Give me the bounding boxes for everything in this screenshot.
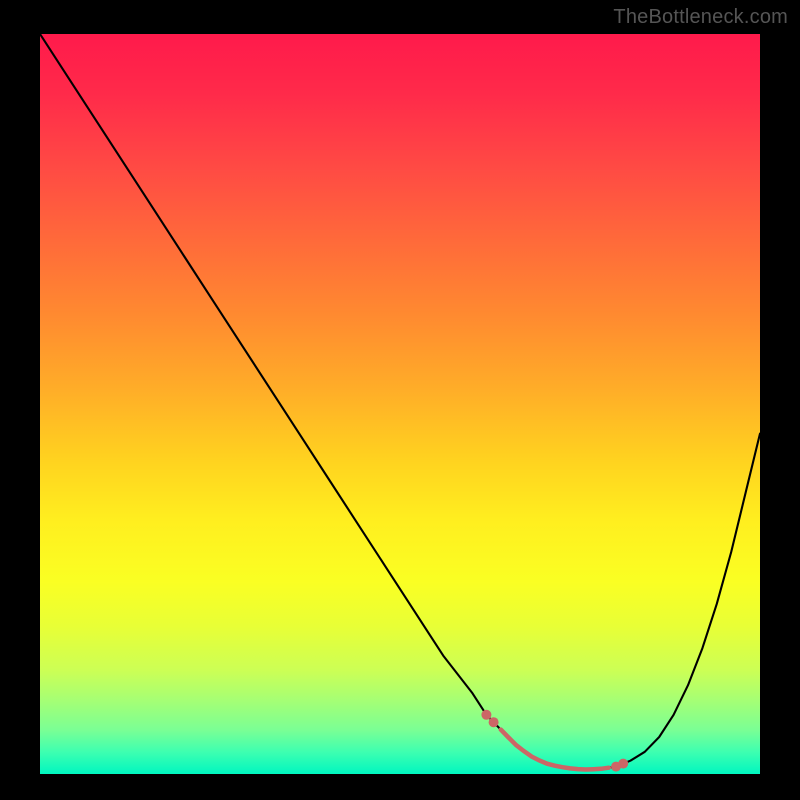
- trough-marker-dot: [481, 710, 491, 720]
- watermark-text: TheBottleneck.com: [613, 6, 788, 29]
- bottleneck-curve-line: [40, 34, 760, 770]
- trough-marker-dot: [618, 759, 628, 769]
- trough-flat-segment: [501, 730, 609, 770]
- trough-marker-dot: [489, 717, 499, 727]
- bottleneck-curve-svg: [40, 34, 760, 774]
- trough-markers: [481, 710, 628, 772]
- plot-area: [40, 34, 760, 774]
- chart-frame: TheBottleneck.com: [0, 0, 800, 800]
